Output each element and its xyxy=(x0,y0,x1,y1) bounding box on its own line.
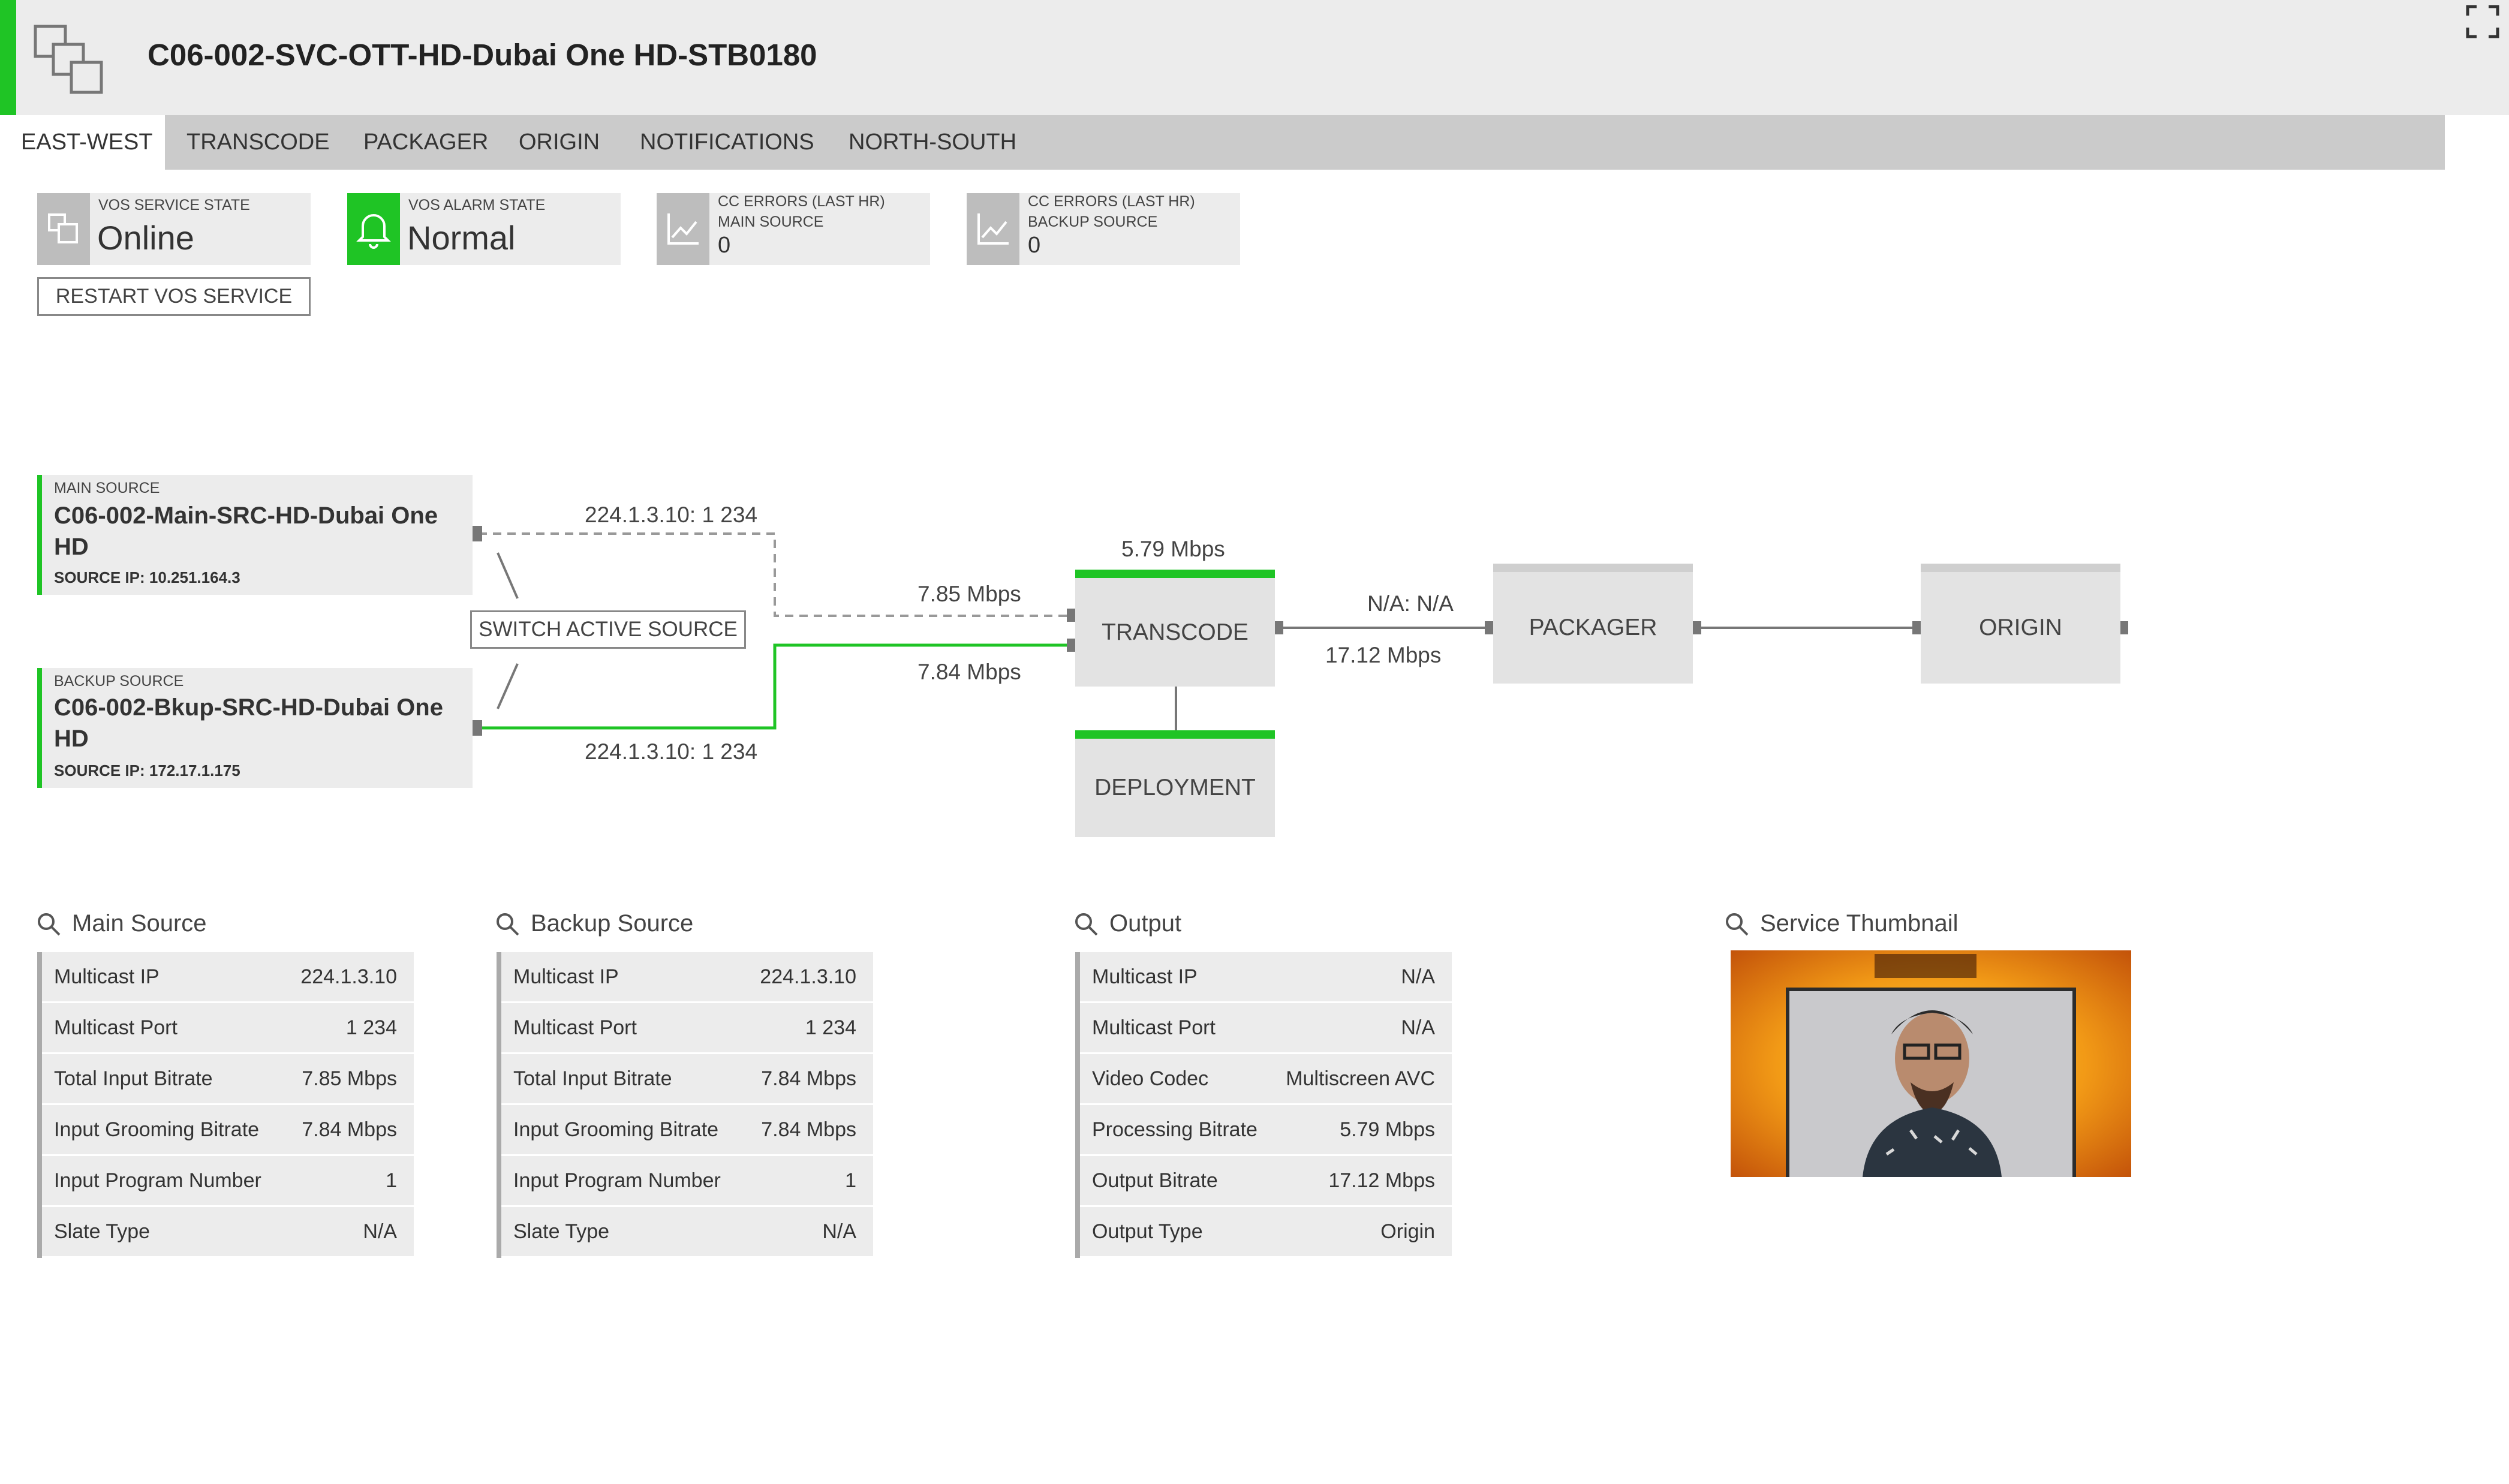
table-row: Processing Bitrate 5.79 Mbps xyxy=(1080,1105,1452,1156)
backup-source-ip: SOURCE IP: 172.17.1.175 xyxy=(54,761,240,779)
thumbnail-section-title: Service Thumbnail xyxy=(1760,910,1959,937)
table-row: Output Bitrate 17.12 Mbps xyxy=(1080,1156,1452,1207)
table-row: Input Program Number 1 xyxy=(42,1156,414,1207)
table-row: Multicast Port 1 234 xyxy=(501,1003,873,1054)
table-row: Input Grooming Bitrate 7.84 Mbps xyxy=(501,1105,873,1156)
table-row: Multicast IP 224.1.3.10 xyxy=(42,952,414,1003)
table-row: Input Grooming Bitrate 7.84 Mbps xyxy=(42,1105,414,1156)
table-row: Total Input Bitrate 7.84 Mbps xyxy=(501,1054,873,1105)
backup-source-section-header[interactable]: Backup Source xyxy=(495,910,693,937)
deployment-node[interactable]: DEPLOYMENT xyxy=(1075,730,1275,837)
table-row: Multicast Port 1 234 xyxy=(42,1003,414,1054)
main-source-section-title: Main Source xyxy=(72,910,207,937)
switch-active-source-button[interactable]: SWITCH ACTIVE SOURCE xyxy=(470,610,746,649)
output-section-title: Output xyxy=(1109,910,1182,937)
table-row: Total Input Bitrate 7.85 Mbps xyxy=(42,1054,414,1105)
backup-bitrate-label: 7.84 Mbps xyxy=(917,660,1021,684)
origin-node[interactable]: ORIGIN xyxy=(1921,564,2120,684)
table-row: Video Codec Multiscreen AVC xyxy=(1080,1054,1452,1105)
thumbnail-section-header[interactable]: Service Thumbnail xyxy=(1724,910,1959,937)
search-icon xyxy=(1075,913,1098,935)
packager-input-label: N/A: N/A xyxy=(1367,591,1454,616)
main-multicast-address: 224.1.3.10: 1 234 xyxy=(585,502,758,527)
service-thumbnail-image[interactable] xyxy=(1731,950,2131,1177)
main-source-section-header[interactable]: Main Source xyxy=(36,910,207,937)
backup-source-section-title: Backup Source xyxy=(531,910,694,937)
main-source-ip: SOURCE IP: 10.251.164.3 xyxy=(54,568,240,586)
main-source-table: Multicast IP 224.1.3.10 Multicast Port 1 2… xyxy=(37,952,414,1258)
main-source-caption: MAIN SOURCE xyxy=(54,480,160,496)
backup-source-box[interactable]: BACKUP SOURCE C06-002-Bkup-SRC-HD-Dubai … xyxy=(37,668,473,788)
backup-source-caption: BACKUP SOURCE xyxy=(54,673,184,690)
table-row: Multicast IP N/A xyxy=(1080,952,1452,1003)
backup-source-table: Multicast IP 224.1.3.10 Multicast Port 1 2… xyxy=(497,952,873,1258)
table-row: Slate Type N/A xyxy=(501,1207,873,1258)
output-section-header[interactable]: Output xyxy=(1073,910,1181,937)
main-source-box[interactable]: MAIN SOURCE C06-002-Main-SRC-HD-Dubai On… xyxy=(37,475,473,595)
table-row: Output Type Origin xyxy=(1080,1207,1452,1258)
table-row: Multicast Port N/A xyxy=(1080,1003,1452,1054)
search-icon xyxy=(1726,913,1749,935)
search-icon xyxy=(497,913,519,935)
table-row: Multicast IP 224.1.3.10 xyxy=(501,952,873,1003)
transcode-node[interactable]: TRANSCODE xyxy=(1075,570,1275,687)
backup-source-name: C06-002-Bkup-SRC-HD-Dubai One HD xyxy=(54,694,443,752)
output-table: Multicast IP N/A Multicast Port N/A Video … xyxy=(1075,952,1452,1258)
packager-node[interactable]: PACKAGER xyxy=(1493,564,1693,684)
main-source-name: C06-002-Main-SRC-HD-Dubai One HD xyxy=(54,502,438,560)
backup-multicast-address: 224.1.3.10: 1 234 xyxy=(585,739,758,764)
table-row: Slate Type N/A xyxy=(42,1207,414,1258)
search-icon xyxy=(38,913,61,935)
main-bitrate-label: 7.85 Mbps xyxy=(917,582,1021,606)
packager-bitrate-label: 17.12 Mbps xyxy=(1325,643,1442,667)
transcode-bitrate-label: 5.79 Mbps xyxy=(1121,537,1225,561)
table-row: Input Program Number 1 xyxy=(501,1156,873,1207)
